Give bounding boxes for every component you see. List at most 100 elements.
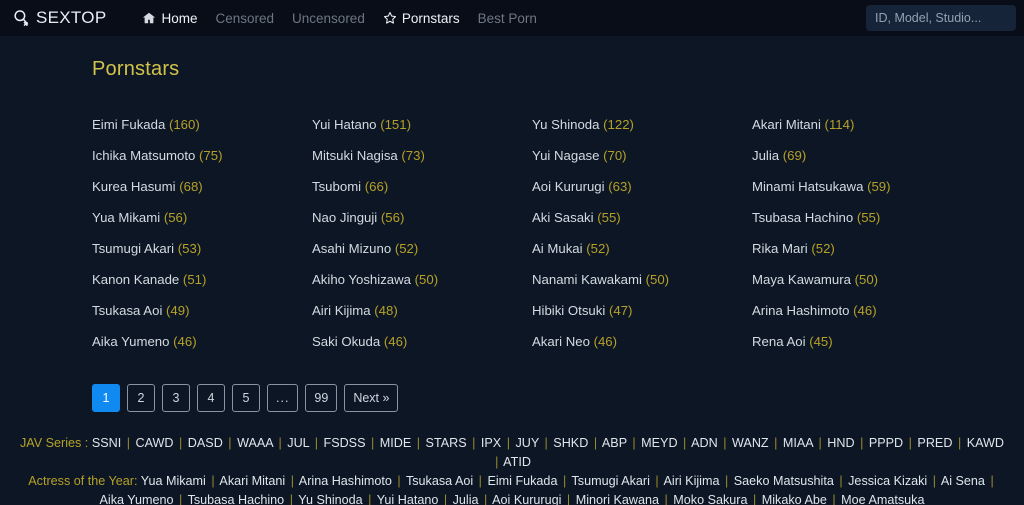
nav-item-pornstars[interactable]: Pornstars — [383, 11, 460, 26]
footer-actress-link[interactable]: Saeko Matsushita — [730, 474, 837, 488]
pornstar-name-link[interactable]: Ai Mukai — [532, 241, 583, 256]
pornstar-name-link[interactable]: Kurea Hasumi — [92, 179, 176, 194]
pornstar-name-link[interactable]: Nanami Kawakami — [532, 272, 642, 287]
footer-jav-series-link[interactable]: MEYD — [638, 436, 681, 450]
footer-jav-series-link[interactable]: WANZ — [729, 436, 773, 450]
pornstar-name-link[interactable]: Maya Kawamura — [752, 272, 851, 287]
footer-actress-link[interactable]: Moko Sakura — [670, 493, 751, 505]
footer-actress-link[interactable]: Airi Kijima — [661, 474, 723, 488]
pornstar-name-link[interactable]: Asahi Mizuno — [312, 241, 391, 256]
nav-item-best-porn[interactable]: Best Porn — [478, 11, 537, 26]
pagination-page-1[interactable]: 1 — [92, 384, 120, 412]
footer-jav-series-link[interactable]: HND — [824, 436, 858, 450]
footer-actress-link[interactable]: Arina Hashimoto — [296, 474, 395, 488]
footer-jav-series-link[interactable]: ABP — [599, 436, 630, 450]
search-input[interactable] — [866, 5, 1016, 31]
pornstar-name-link[interactable]: Nao Jinguji — [312, 210, 377, 225]
pornstar-count: (53) — [174, 241, 202, 256]
footer-actress-link[interactable]: Aoi Kururugi — [489, 493, 565, 505]
footer-jav-series-link[interactable]: SSNI — [92, 436, 125, 450]
pornstar-name-link[interactable]: Rika Mari — [752, 241, 808, 256]
footer-actress-link[interactable]: Jessica Kizaki — [845, 474, 931, 488]
pagination-page-99[interactable]: 99 — [305, 384, 338, 412]
footer-actress-link[interactable]: Julia — [449, 493, 482, 505]
pagination-page-2[interactable]: 2 — [127, 384, 155, 412]
pornstar-name-link[interactable]: Yui Hatano — [312, 117, 377, 132]
footer-jav-series-link[interactable]: KAWD — [963, 436, 1004, 450]
pornstar-name-link[interactable]: Yui Nagase — [532, 148, 599, 163]
footer-jav-series-link[interactable]: DASD — [184, 436, 226, 450]
site-logo[interactable]: SEXTOP — [12, 8, 106, 28]
footer-actress-link[interactable]: Minori Kawana — [572, 493, 662, 505]
nav-item-uncensored[interactable]: Uncensored — [292, 11, 365, 26]
pornstar-name-link[interactable]: Hibiki Otsuki — [532, 303, 605, 318]
footer-jav-series-link[interactable]: PRED — [914, 436, 956, 450]
pornstar-name-link[interactable]: Tsumugi Akari — [92, 241, 174, 256]
nav-item-censored[interactable]: Censored — [215, 11, 274, 26]
footer-actress-link[interactable]: Ai Sena — [938, 474, 988, 488]
footer-actress-link[interactable]: Aika Yumeno — [100, 493, 177, 505]
footer-actress-link[interactable]: Mikako Abe — [758, 493, 830, 505]
pornstar-entry: Ai Mukai (52) — [532, 233, 752, 264]
pornstar-name-link[interactable]: Minami Hatsukawa — [752, 179, 863, 194]
footer-actress-link[interactable]: Yui Hatano — [373, 493, 441, 505]
pornstar-entry: Tsubasa Hachino (55) — [752, 202, 972, 233]
pornstar-name-link[interactable]: Arina Hashimoto — [752, 303, 849, 318]
nav-item-home[interactable]: Home — [142, 11, 197, 26]
pornstar-name-link[interactable]: Yu Shinoda — [532, 117, 599, 132]
footer-actress-link[interactable]: Yu Shinoda — [295, 493, 366, 505]
footer-jav-series-link[interactable]: IPX — [477, 436, 504, 450]
footer-jav-series-link[interactable]: JUY — [512, 436, 543, 450]
pornstar-name-link[interactable]: Airi Kijima — [312, 303, 371, 318]
pornstar-name-link[interactable]: Aika Yumeno — [92, 334, 169, 349]
search-box[interactable] — [866, 5, 1016, 31]
pornstar-count: (160) — [165, 117, 200, 132]
footer-jav-series-link[interactable]: JUL — [284, 436, 313, 450]
pornstar-name-link[interactable]: Tsubomi — [312, 179, 361, 194]
footer-jav-series-link[interactable]: ATID — [500, 455, 531, 469]
pornstar-count: (50) — [641, 272, 670, 287]
footer-separator: | — [632, 436, 636, 450]
pornstar-name-link[interactable]: Tsukasa Aoi — [92, 303, 162, 318]
pornstar-entry: Yui Hatano (151) — [312, 109, 532, 140]
pornstar-name-link[interactable]: Yua Mikami — [92, 210, 160, 225]
pornstar-name-link[interactable]: Julia — [752, 148, 779, 163]
footer-actress-link[interactable]: Tsukasa Aoi — [403, 474, 477, 488]
footer-actress-link[interactable]: Moe Amatsuka — [838, 493, 924, 505]
pagination-page-4[interactable]: 4 — [197, 384, 225, 412]
footer-jav-series-link[interactable]: MIDE — [376, 436, 414, 450]
footer-jav-series-link[interactable]: FSDSS — [320, 436, 369, 450]
pornstar-name-link[interactable]: Kanon Kanade — [92, 272, 179, 287]
pagination-next-button[interactable]: Next » — [344, 384, 399, 412]
footer-jav-series-link[interactable]: ADN — [688, 436, 721, 450]
pornstar-name-link[interactable]: Aki Sasaki — [532, 210, 594, 225]
footer-jav-series-link[interactable]: STARS — [422, 436, 470, 450]
footer-jav-series-link[interactable]: MIAA — [779, 436, 816, 450]
pornstar-name-link[interactable]: Akari Neo — [532, 334, 590, 349]
pornstar-count: (51) — [179, 272, 207, 287]
pornstar-name-link[interactable]: Saki Okuda — [312, 334, 380, 349]
pornstar-entry: Akari Neo (46) — [532, 326, 752, 357]
footer-actress-link[interactable]: Tsumugi Akari — [568, 474, 653, 488]
pornstar-name-link[interactable]: Rena Aoi — [752, 334, 806, 349]
pornstar-name-link[interactable]: Aoi Kururugi — [532, 179, 605, 194]
pornstar-count: (69) — [779, 148, 807, 163]
footer-actress-link[interactable]: Tsubasa Hachino — [184, 493, 287, 505]
pornstar-name-link[interactable]: Tsubasa Hachino — [752, 210, 853, 225]
footer-jav-series-link[interactable]: SHKD — [550, 436, 592, 450]
pagination-page-3[interactable]: 3 — [162, 384, 190, 412]
pornstar-name-link[interactable]: Akari Mitani — [752, 117, 821, 132]
footer-actress-link[interactable]: Yua Mikami — [141, 474, 210, 488]
pornstar-name-link[interactable]: Akiho Yoshizawa — [312, 272, 411, 287]
footer-actress-link[interactable]: Eimi Fukada — [484, 474, 561, 488]
footer-jav-series-link[interactable]: CAWD — [132, 436, 177, 450]
pornstar-entry: Akari Mitani (114) — [752, 109, 972, 140]
footer-jav-series-link[interactable]: PPPD — [865, 436, 906, 450]
pornstar-name-link[interactable]: Eimi Fukada — [92, 117, 165, 132]
footer-actress-link[interactable]: Akari Mitani — [217, 474, 289, 488]
footer-jav-series-link[interactable]: WAAA — [234, 436, 277, 450]
pornstar-name-link[interactable]: Ichika Matsumoto — [92, 148, 195, 163]
pornstar-name-link[interactable]: Mitsuki Nagisa — [312, 148, 398, 163]
pagination-page-5[interactable]: 5 — [232, 384, 260, 412]
pornstar-entry: Nao Jinguji (56) — [312, 202, 532, 233]
